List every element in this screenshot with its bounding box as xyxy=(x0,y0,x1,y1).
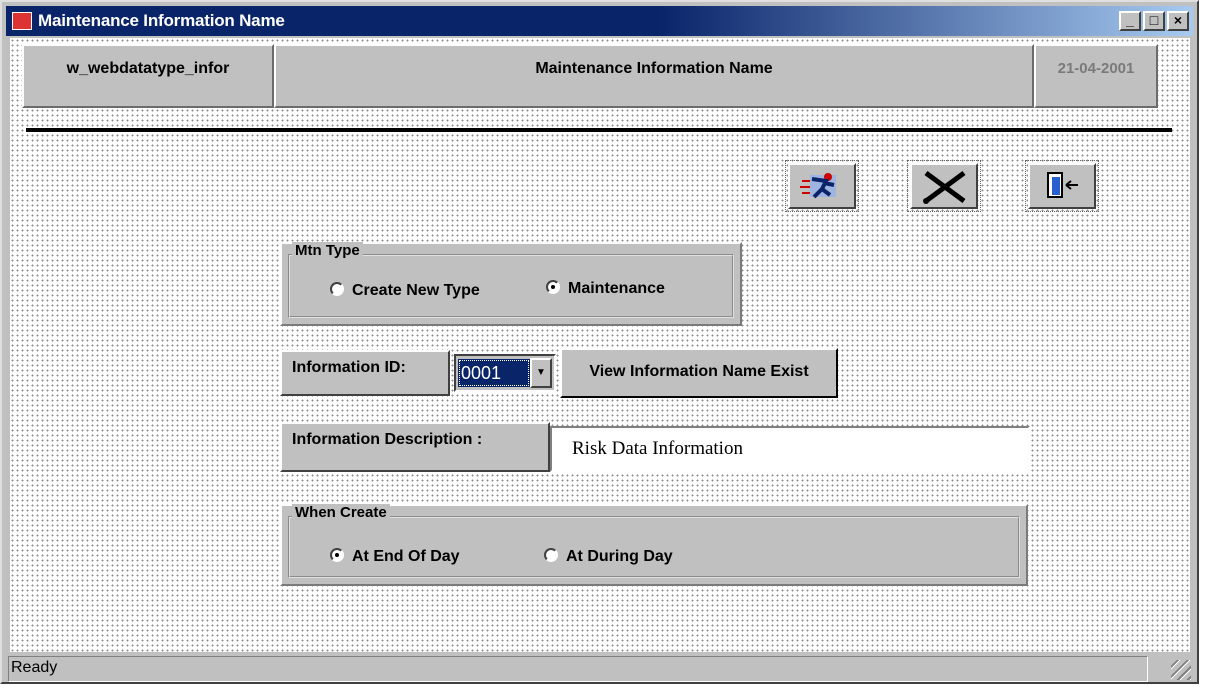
radio-indicator xyxy=(330,282,344,296)
radio-indicator xyxy=(544,548,558,562)
when-create-legend: When Create xyxy=(292,504,390,521)
running-man-icon xyxy=(800,173,836,199)
app-icon[interactable] xyxy=(12,12,32,30)
radio-create-new-type[interactable]: Create New Type xyxy=(330,282,480,300)
app-window: Maintenance Information Name _ □ × w_web… xyxy=(0,0,1199,684)
header-divider xyxy=(26,128,1172,132)
radio-maintenance[interactable]: Maintenance xyxy=(546,280,665,298)
run-button[interactable] xyxy=(785,160,859,212)
radio-label: At During Day xyxy=(566,548,673,565)
radio-at-end-of-day[interactable]: At End Of Day xyxy=(330,548,460,566)
information-id-label: Information ID: xyxy=(280,350,450,396)
delete-button[interactable] xyxy=(907,160,981,212)
close-button[interactable]: × xyxy=(1167,11,1189,31)
when-create-group: When Create At End Of Day At During Day xyxy=(280,504,1028,586)
title-bar[interactable]: Maintenance Information Name _ □ × xyxy=(6,6,1193,36)
information-id-value: 0001 xyxy=(458,359,530,387)
form-title: Maintenance Information Name xyxy=(274,44,1034,108)
information-description-label: Information Description : xyxy=(280,422,550,472)
information-description-field[interactable]: Risk Data Information xyxy=(550,426,1030,472)
status-text: Ready xyxy=(8,656,1148,682)
radio-indicator-selected xyxy=(546,280,560,294)
view-information-name-exist-button[interactable]: View Information Name Exist xyxy=(560,348,838,398)
radio-label: At End Of Day xyxy=(352,548,460,565)
radio-at-during-day[interactable]: At During Day xyxy=(544,548,673,566)
window-name-label: w_webdatatype_infor xyxy=(22,44,274,108)
status-bar: Ready xyxy=(6,654,1193,682)
radio-label: Create New Type xyxy=(352,282,480,299)
form-canvas: w_webdatatype_infor Maintenance Informat… xyxy=(10,38,1190,652)
when-create-frame xyxy=(288,516,1020,578)
radio-indicator-selected xyxy=(330,548,344,562)
mtn-type-legend: Mtn Type xyxy=(292,242,363,259)
delete-x-icon xyxy=(923,170,966,204)
information-id-select[interactable]: 0001 ▼ xyxy=(454,354,556,392)
maximize-button[interactable]: □ xyxy=(1143,11,1165,31)
radio-label: Maintenance xyxy=(568,280,665,297)
exit-button[interactable] xyxy=(1025,160,1099,212)
exit-door-icon xyxy=(1047,172,1078,198)
date-label: 21-04-2001 xyxy=(1034,44,1158,108)
minimize-button[interactable]: _ xyxy=(1119,11,1141,31)
resize-grip-icon[interactable] xyxy=(1171,660,1191,680)
window-title: Maintenance Information Name xyxy=(38,11,285,30)
chevron-down-icon[interactable]: ▼ xyxy=(530,358,552,388)
mtn-type-group: Mtn Type Create New Type Maintenance xyxy=(280,242,742,326)
